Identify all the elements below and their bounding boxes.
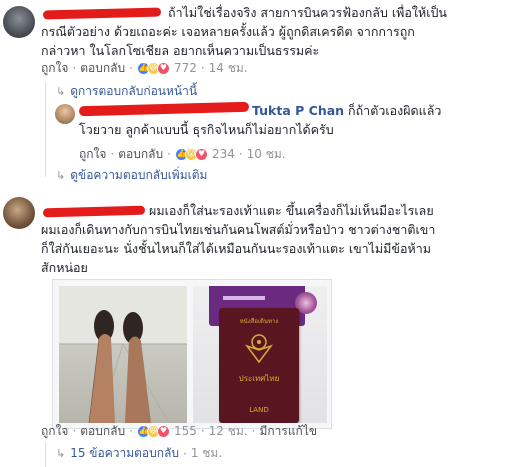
reply-time[interactable]: 10 ชม. xyxy=(247,146,286,162)
reactions[interactable]: 👍 😆 ♥ xyxy=(136,61,170,75)
thread-line xyxy=(45,442,46,467)
thread-line xyxy=(45,82,46,177)
comment-actions: ถูกใจ · ตอบกลับ · 👍 😆 ♥ 772 · 14 ชม. xyxy=(41,60,248,76)
passport-photo[interactable]: หนังสือเดินทาง ประเทศไทย LAND xyxy=(193,286,327,423)
more-replies-label: ดูข้อความตอบกลับเพิ่มเติม xyxy=(70,168,208,182)
garuda-emblem xyxy=(244,332,274,366)
comment-text-line-4: สักหน่อย xyxy=(41,260,88,275)
reaction-count[interactable]: 772 xyxy=(174,60,197,76)
love-reaction-icon: ♥ xyxy=(156,424,170,438)
reply-text: ก็ถ้าตัวเองผิดแล้ว xyxy=(348,103,442,118)
separator-dot: · xyxy=(110,147,115,161)
comment-text-line-2: ผมเองก็เดินทางกับการบินไทยเช่นกันคนโพสต์… xyxy=(41,222,436,237)
reactions[interactable]: 👍 😮 ♥ xyxy=(174,147,208,161)
edited-label[interactable]: มีการแก้ไข xyxy=(259,423,317,439)
separator-dot: · xyxy=(129,424,133,438)
separator-dot: · xyxy=(200,424,205,438)
previous-replies-link[interactable]: ↳ ดูการตอบกลับก่อนหน้านี้ xyxy=(56,82,197,101)
separator-dot: · xyxy=(200,61,205,75)
separator-dot: · xyxy=(167,147,171,161)
redacted-name xyxy=(42,205,146,218)
photo-attachment[interactable]: หนังสือเดินทาง ประเทศไทย LAND xyxy=(52,279,332,429)
comment-text-line-3: ก็ใส่กันเยอะนะ นั่งชั้นไหนก็ใส่ได้เหมือน… xyxy=(41,241,431,256)
comment-text-line-3: กล่าวหา ในโลกโซเชียล อยากเห็นความเป็นธรร… xyxy=(41,43,320,58)
passport-title: หนังสือเดินทาง xyxy=(239,318,279,325)
reaction-count[interactable]: 234 xyxy=(212,146,235,162)
separator-dot: · xyxy=(251,424,256,438)
reply-text-line-2: โวยวาย ลูกค้าแบบนี้ ธุรกิจไหนก็ไม่อยากได… xyxy=(79,122,334,137)
reply-actions: ถูกใจ · ตอบกลับ · 👍 😮 ♥ 234 · 10 ชม. xyxy=(79,146,286,162)
comment-text-line-1: ถ้าไม่ใช่เรื่องจริง สายการบินควรฟ้องกลับ… xyxy=(168,5,447,20)
love-reaction-icon: ♥ xyxy=(156,61,170,75)
reply-avatar[interactable] xyxy=(55,104,75,124)
separator-dot: · xyxy=(72,424,77,438)
commenter-avatar[interactable] xyxy=(3,197,35,229)
reply-button[interactable]: ตอบกลับ xyxy=(80,423,125,439)
separator-dot: · xyxy=(72,61,77,75)
reply-arrow-icon: ↳ xyxy=(56,85,66,98)
reply-button[interactable]: ตอบกลับ xyxy=(80,60,125,76)
reply-button[interactable]: ตอบกลับ xyxy=(118,146,163,162)
reaction-count[interactable]: 155 xyxy=(174,423,197,439)
like-button[interactable]: ถูกใจ xyxy=(79,146,106,162)
separator-dot: · xyxy=(182,446,187,461)
comment-actions: ถูกใจ · ตอบกลับ · 👍 😆 ♥ 155 · 12 ชม. · ม… xyxy=(41,423,317,439)
reply-count-time: 1 ชม. xyxy=(190,446,223,460)
love-reaction-icon: ♥ xyxy=(194,147,208,161)
passport-country: ประเทศไทย xyxy=(238,374,280,383)
reactions[interactable]: 👍 😆 ♥ xyxy=(136,424,170,438)
passport-bottom-text: LAND xyxy=(249,406,269,414)
separator-dot: · xyxy=(238,147,243,161)
like-button[interactable]: ถูกใจ xyxy=(41,60,68,76)
boarding-pass-stripe xyxy=(223,296,265,300)
reply-count-label: 15 ข้อความตอบกลับ xyxy=(70,446,179,460)
reply-arrow-icon: ↳ xyxy=(56,169,66,182)
comment-text-line-1: ผมเองก็ใส่นะรองเท้าแตะ ขึ้นเครื่องก็ไม่เ… xyxy=(149,203,434,218)
comment-time[interactable]: 14 ชม. xyxy=(209,60,248,76)
comment-text-line-2: กรณีตัวอย่าง ด้วยเถอะค่ะ เจอหลายครั้งแล้… xyxy=(41,24,415,39)
reply-arrow-icon: ↳ xyxy=(56,447,66,460)
separator-dot: · xyxy=(129,61,133,75)
reply-text-line-1: Tukta P Chan ก็ถ้าตัวเองผิดแล้ว xyxy=(252,101,441,120)
redacted-name xyxy=(42,7,162,20)
more-replies-link[interactable]: ↳ ดูข้อความตอบกลับเพิ่มเติม xyxy=(56,166,207,185)
legs-illustration xyxy=(59,286,187,423)
comment-time[interactable]: 12 ชม. xyxy=(209,423,248,439)
legs-photo[interactable] xyxy=(59,286,187,423)
passport: หนังสือเดินทาง ประเทศไทย LAND xyxy=(219,308,299,423)
previous-replies-label: ดูการตอบกลับก่อนหน้านี้ xyxy=(70,84,198,98)
like-button[interactable]: ถูกใจ xyxy=(41,423,68,439)
redacted-name xyxy=(78,101,250,117)
tagged-name[interactable]: Tukta P Chan xyxy=(252,103,344,118)
reply-count-link[interactable]: ↳ 15 ข้อความตอบกลับ · 1 ชม. xyxy=(56,444,222,463)
commenter-avatar[interactable] xyxy=(3,6,35,38)
